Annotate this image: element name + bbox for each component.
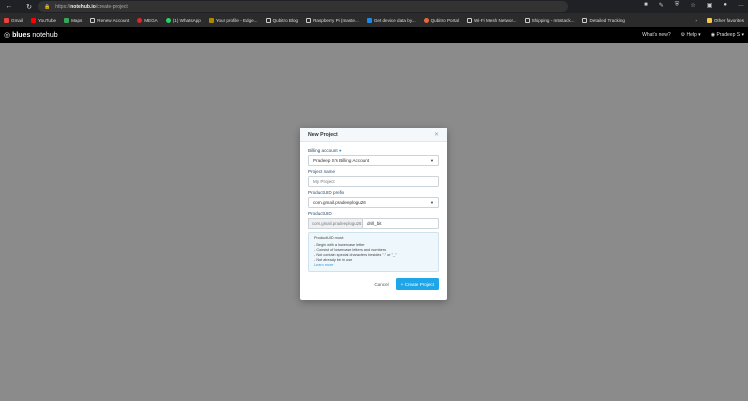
productuid-rules: ProductUID must: - Begin with a lowercas… <box>308 232 439 272</box>
learn-more-link[interactable]: Learn more <box>314 263 333 267</box>
profile-icon[interactable]: ● <box>723 2 727 9</box>
refresh-icon[interactable]: ↻ <box>23 3 35 11</box>
bookmark[interactable]: Get device data by... <box>366 17 416 23</box>
bookmark-label: Gmail <box>11 17 23 23</box>
prefix-label: ProductUID prefix <box>308 190 345 195</box>
bookmark[interactable]: Wi-Fi Mesh Networ... <box>466 17 517 23</box>
bookmark-label: Shipping - m5stack... <box>531 17 575 23</box>
back-icon[interactable]: ← <box>3 3 15 10</box>
bookmark-label: Your profile - Edge... <box>215 17 258 23</box>
bookmark[interactable]: MEGA <box>137 17 158 23</box>
bookmark[interactable]: Shipping - m5stack... <box>524 17 575 23</box>
address-bar[interactable]: 🔒 https://notehub.io/create-project <box>38 1 568 12</box>
favorites-icon[interactable]: ☆ <box>690 2 695 9</box>
more-icon[interactable]: … <box>738 2 744 9</box>
lock-icon: 🔒 <box>44 3 51 10</box>
shield-icon[interactable]: ⛨ <box>675 2 680 9</box>
logo-bold: blues <box>12 32 31 39</box>
bookmark-label: Renew Account <box>97 17 130 23</box>
logo[interactable]: ◎ blues notehub <box>4 31 58 39</box>
rules-title: ProductUID must: <box>314 236 344 240</box>
url-domain: notehub.io <box>70 3 96 10</box>
bookmark-label: Raspberry Pi (maste... <box>313 17 359 23</box>
create-project-button[interactable]: + Create Project <box>395 278 439 290</box>
logo-light: notehub <box>32 32 58 39</box>
whats-new-link[interactable]: What's new? <box>642 32 670 38</box>
productuid-value: drill_bit <box>367 221 382 226</box>
project-name-placeholder: My Project <box>313 179 335 184</box>
new-project-dialog: New Project ✕ Billing account ● Pradeep S… <box>300 128 447 300</box>
user-label: Pradeep S <box>716 32 741 38</box>
bookmark[interactable]: Qubitro Portal <box>423 17 459 23</box>
cancel-button[interactable]: Cancel <box>374 282 388 287</box>
collections-icon[interactable]: ▣ <box>707 2 713 9</box>
bookmark[interactable]: Gmail <box>4 17 23 23</box>
project-name-label: Project name <box>308 169 336 174</box>
productuid-prefix: com.gmail.pradeeplogu26: <box>308 218 363 229</box>
other-favorites-label: Other favorites <box>713 17 744 23</box>
billing-value: Pradeep S's Billing Account <box>313 158 370 163</box>
bookmark-label: (1) WhatsApp <box>172 17 201 23</box>
bookmark-label: MEGA <box>144 17 158 23</box>
bookmark[interactable]: Your profile - Edge... <box>208 17 258 23</box>
bookmark-label: Detailed Tracking <box>589 17 625 23</box>
bookmark-label: Qubitro Portal <box>430 17 459 23</box>
url-path: /create-project <box>95 3 128 10</box>
bookmark[interactable]: YouTube <box>31 17 57 23</box>
create-project-label: Create Project <box>404 281 434 287</box>
productuid-label: ProductUID <box>308 211 332 216</box>
chevron-right-icon[interactable]: › <box>695 18 697 23</box>
bookmark[interactable]: Qubitro Blog <box>265 17 299 23</box>
bookmark[interactable]: (1) WhatsApp <box>165 17 201 23</box>
other-favorites[interactable]: Other favorites <box>706 17 744 23</box>
bookmark-label: Maps <box>71 17 83 23</box>
help-menu[interactable]: ⚙ Help ▾ <box>681 32 701 38</box>
bookmark-label: Wi-Fi Mesh Networ... <box>473 17 517 23</box>
billing-label: Billing account <box>308 148 338 153</box>
billing-account-select[interactable]: Pradeep S's Billing Account ▼ <box>308 155 439 166</box>
project-name-input[interactable]: My Project <box>308 176 439 187</box>
bookmark-label: YouTube <box>38 17 57 23</box>
extension-icon[interactable]: ■ <box>644 2 648 9</box>
url-prefix: https:// <box>55 3 71 10</box>
app-header: ◎ blues notehub What's new? ⚙ Help ▾ ◉ P… <box>0 27 748 43</box>
user-menu[interactable]: ◉ Pradeep S ▾ <box>711 32 744 38</box>
prefix-value: com.gmail.pradeeplogu26 <box>313 200 366 205</box>
pen-icon[interactable]: ✎ <box>659 2 664 9</box>
bookmark-label: Qubitro Blog <box>272 17 299 23</box>
bookmarks-bar: Gmail YouTube Maps Renew Account MEGA (1… <box>0 13 748 27</box>
bookmark-label: Get device data by... <box>373 17 416 23</box>
bookmark[interactable]: Maps <box>64 17 83 23</box>
chevron-down-icon: ▼ <box>430 158 434 163</box>
browser-toolbar: ← ↻ 🔒 https://notehub.io/create-project ■… <box>0 0 748 13</box>
info-icon[interactable]: ● <box>339 148 342 153</box>
prefix-select[interactable]: com.gmail.pradeeplogu26 ▼ <box>308 197 439 208</box>
chevron-down-icon: ▼ <box>430 200 434 205</box>
bookmark[interactable]: Renew Account <box>90 17 130 23</box>
bookmark[interactable]: Raspberry Pi (maste... <box>306 17 359 23</box>
bookmark[interactable]: Detailed Tracking <box>582 17 625 23</box>
dialog-title: New Project <box>308 131 338 138</box>
productuid-input[interactable]: drill_bit <box>363 218 439 229</box>
close-icon[interactable]: ✕ <box>434 131 439 138</box>
help-label: Help <box>686 32 697 38</box>
